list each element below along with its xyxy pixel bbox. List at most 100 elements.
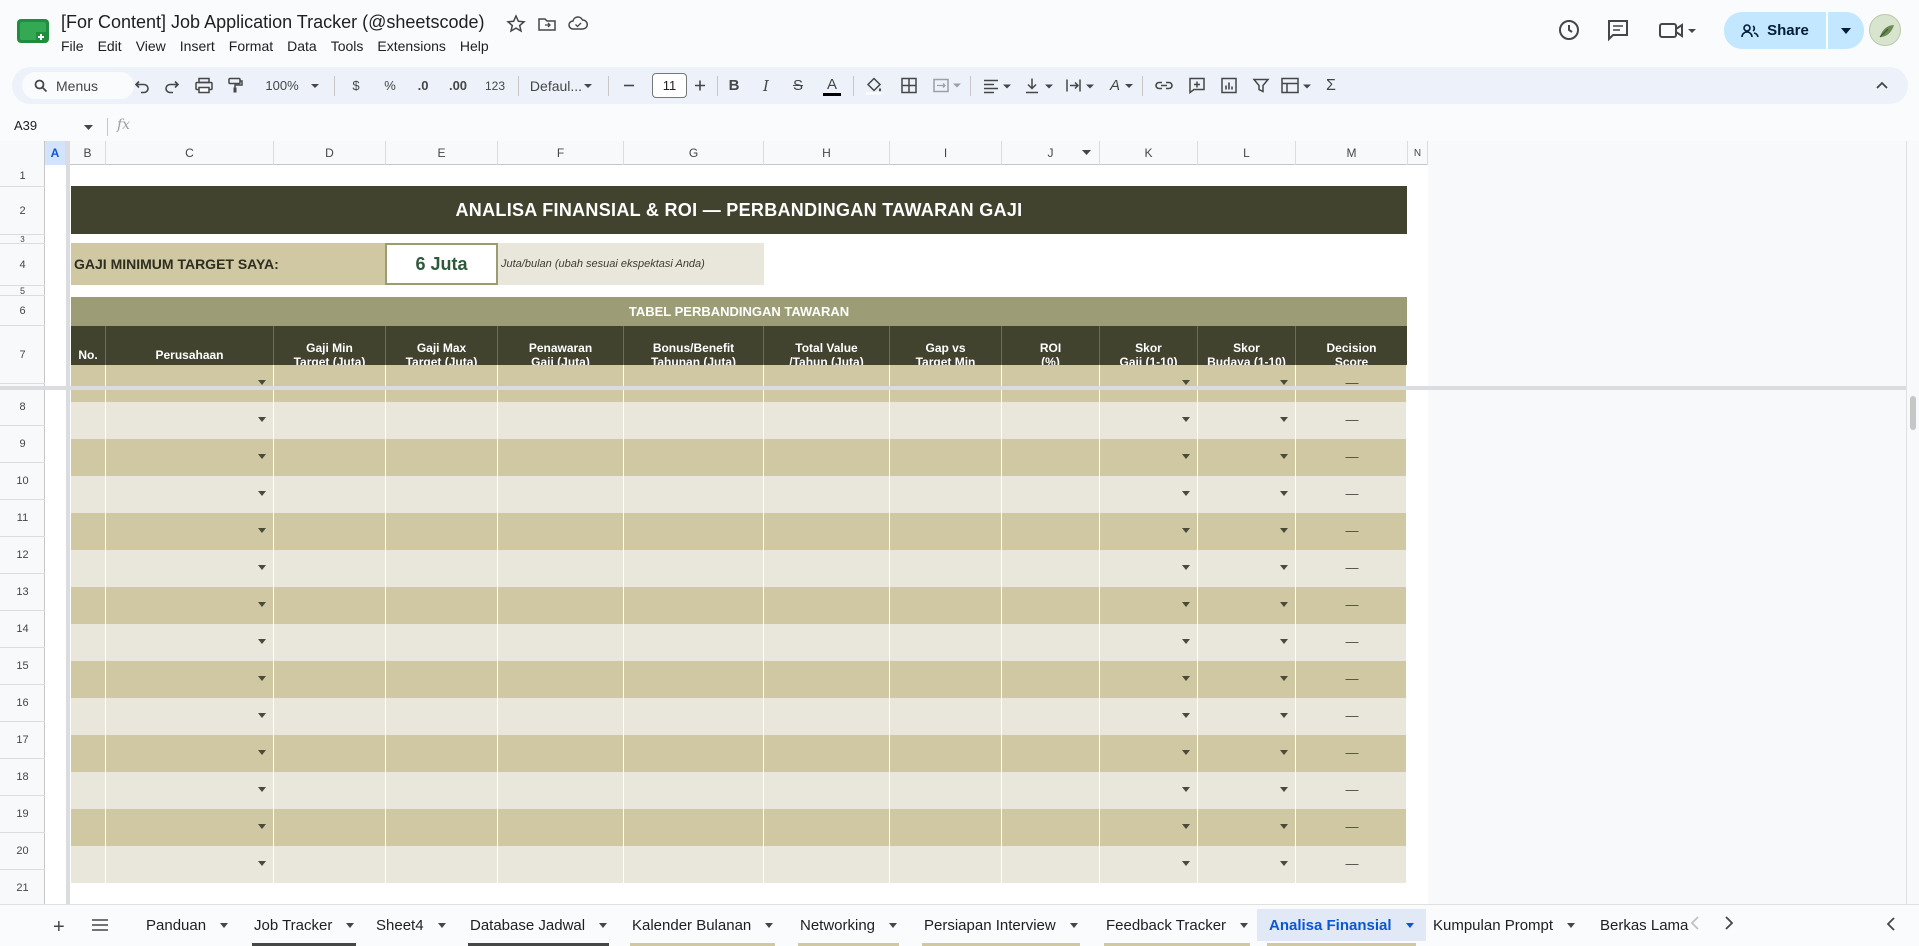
table-cell[interactable] <box>106 439 274 476</box>
table-cell[interactable] <box>1002 365 1100 402</box>
cell-dropdown-chevron-icon[interactable] <box>1280 454 1288 459</box>
table-cell[interactable] <box>1002 735 1100 772</box>
table-cell[interactable] <box>624 624 764 661</box>
table-cell[interactable] <box>1002 476 1100 513</box>
table-cell[interactable]: — <box>1296 809 1407 846</box>
table-cell[interactable] <box>274 735 386 772</box>
increase-font-size-icon[interactable] <box>694 75 706 96</box>
table-cell[interactable] <box>890 550 1002 587</box>
table-cell[interactable] <box>106 624 274 661</box>
table-cell[interactable] <box>106 772 274 809</box>
frozen-row-divider[interactable] <box>0 386 1906 390</box>
table-cell[interactable] <box>624 513 764 550</box>
table-cell[interactable] <box>764 698 890 735</box>
table-cell[interactable] <box>624 439 764 476</box>
table-cell[interactable] <box>386 587 498 624</box>
sheet-tab[interactable]: Networking <box>788 909 909 946</box>
borders-icon[interactable] <box>900 75 918 96</box>
table-cell[interactable] <box>386 809 498 846</box>
table-cell[interactable] <box>764 476 890 513</box>
table-cell[interactable] <box>890 809 1002 846</box>
table-cell[interactable] <box>1198 402 1296 439</box>
table-cell[interactable] <box>1100 402 1198 439</box>
column-header-d[interactable]: D <box>274 141 386 165</box>
table-cell[interactable] <box>1198 513 1296 550</box>
cell-dropdown-chevron-icon[interactable] <box>258 824 266 829</box>
sheet-main-title[interactable]: ANALISA FINANSIAL & ROI — PERBANDINGAN T… <box>71 186 1407 234</box>
bold-button[interactable]: B <box>726 75 742 96</box>
row-header-7[interactable]: 7 <box>0 326 45 384</box>
menu-view[interactable]: View <box>129 37 173 55</box>
table-cell[interactable] <box>386 624 498 661</box>
cell-dropdown-chevron-icon[interactable] <box>258 454 266 459</box>
cell-dropdown-chevron-icon[interactable] <box>1182 861 1190 866</box>
cell-dropdown-chevron-icon[interactable] <box>1182 491 1190 496</box>
table-cell[interactable] <box>890 476 1002 513</box>
table-cell[interactable] <box>498 587 624 624</box>
table-cell[interactable] <box>386 661 498 698</box>
table-cell[interactable] <box>764 624 890 661</box>
side-panel-toggle-icon[interactable] <box>1886 917 1896 931</box>
table-cell[interactable] <box>274 698 386 735</box>
table-cell[interactable]: — <box>1296 735 1407 772</box>
table-cell[interactable] <box>106 846 274 883</box>
cell-dropdown-chevron-icon[interactable] <box>258 639 266 644</box>
cell-dropdown-chevron-icon[interactable] <box>1182 750 1190 755</box>
functions-button[interactable]: Σ <box>1322 75 1340 96</box>
table-cell[interactable] <box>1198 587 1296 624</box>
table-cell[interactable] <box>1198 661 1296 698</box>
number-format-button[interactable]: 123 <box>480 75 510 96</box>
scroll-tabs-left-icon[interactable] <box>1690 916 1700 930</box>
table-cell[interactable] <box>106 698 274 735</box>
table-cell[interactable] <box>71 772 106 809</box>
table-cell[interactable] <box>890 735 1002 772</box>
scroll-tabs-right-icon[interactable] <box>1724 916 1734 930</box>
table-cell[interactable] <box>890 772 1002 809</box>
table-cell[interactable] <box>71 624 106 661</box>
table-cell[interactable] <box>764 772 890 809</box>
row-header-19[interactable]: 19 <box>0 796 45 833</box>
avatar[interactable] <box>1869 14 1901 46</box>
row-header-11[interactable]: 11 <box>0 500 45 537</box>
table-cell[interactable] <box>1002 624 1100 661</box>
share-button[interactable]: Share <box>1724 12 1826 49</box>
chevron-down-icon[interactable] <box>1069 922 1078 928</box>
table-cell[interactable] <box>274 402 386 439</box>
table-cell[interactable] <box>71 439 106 476</box>
table-cell[interactable] <box>71 587 106 624</box>
table-cell[interactable] <box>71 735 106 772</box>
table-cell[interactable] <box>498 624 624 661</box>
cell-dropdown-chevron-icon[interactable] <box>258 787 266 792</box>
table-cell[interactable] <box>71 402 106 439</box>
cell-dropdown-chevron-icon[interactable] <box>1182 454 1190 459</box>
table-cell[interactable] <box>498 698 624 735</box>
chevron-down-icon[interactable] <box>1567 922 1576 928</box>
table-cell[interactable] <box>764 365 890 402</box>
table-cell[interactable] <box>624 772 764 809</box>
filter-views-icon[interactable] <box>1280 75 1314 96</box>
column-header-m[interactable]: M <box>1296 141 1408 165</box>
sheet-tab[interactable]: Job Tracker <box>242 909 366 946</box>
table-cell[interactable] <box>890 624 1002 661</box>
cell-dropdown-chevron-icon[interactable] <box>258 491 266 496</box>
currency-format-button[interactable]: $ <box>348 75 364 96</box>
table-cell[interactable]: — <box>1296 402 1407 439</box>
chevron-down-icon[interactable] <box>889 922 898 928</box>
sheet-tab[interactable]: Panduan <box>134 909 240 941</box>
chevron-down-icon[interactable] <box>220 922 229 928</box>
document-title[interactable]: [For Content] Job Application Tracker (@… <box>61 12 484 33</box>
table-cell[interactable] <box>71 365 106 402</box>
table-cell[interactable] <box>1198 476 1296 513</box>
table-cell[interactable] <box>624 846 764 883</box>
table-cell[interactable] <box>1002 402 1100 439</box>
chevron-down-icon[interactable] <box>765 922 774 928</box>
row-header-9[interactable]: 9 <box>0 426 45 463</box>
meet-video-icon[interactable] <box>1657 17 1697 43</box>
table-cell[interactable] <box>1100 439 1198 476</box>
table-cell[interactable]: — <box>1296 846 1407 883</box>
cell-dropdown-chevron-icon[interactable] <box>1182 676 1190 681</box>
table-cell[interactable] <box>386 513 498 550</box>
menu-format[interactable]: Format <box>222 37 280 55</box>
table-cell[interactable] <box>1198 809 1296 846</box>
table-cell[interactable] <box>1198 365 1296 402</box>
